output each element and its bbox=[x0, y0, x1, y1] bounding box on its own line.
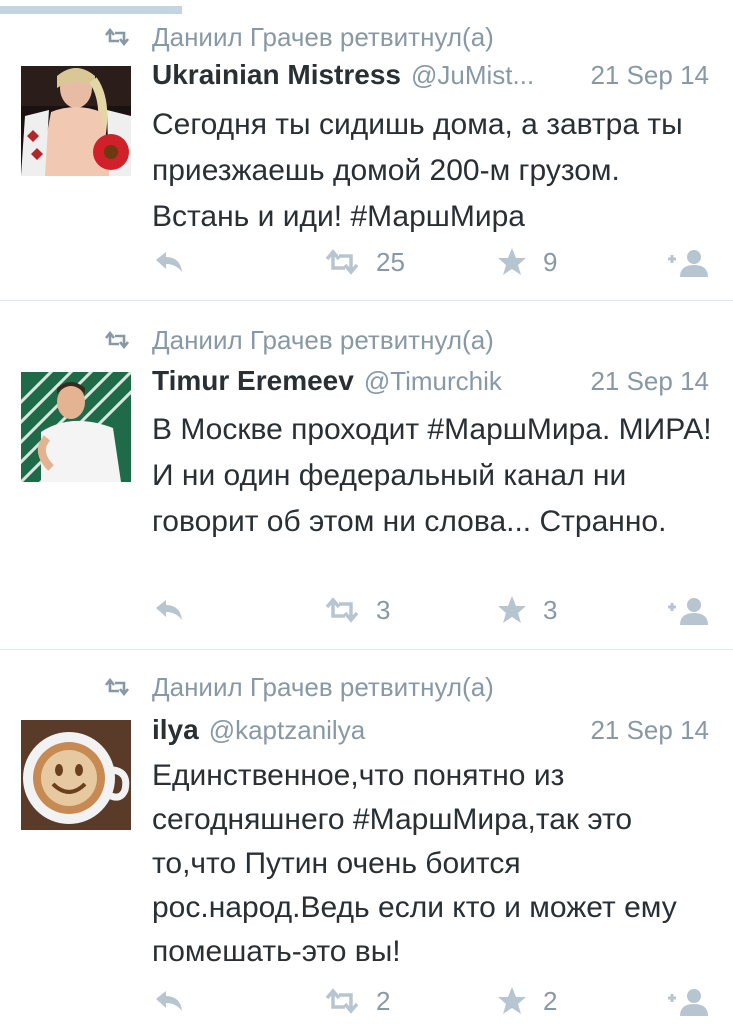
top-bar bbox=[0, 0, 733, 18]
follow-button[interactable] bbox=[666, 245, 710, 279]
favorite-count: 3 bbox=[543, 594, 558, 625]
author-name[interactable]: ilya bbox=[152, 714, 199, 746]
favorite-button[interactable]: 3 bbox=[497, 593, 557, 627]
retweet-count: 2 bbox=[376, 985, 391, 1016]
reply-button[interactable] bbox=[154, 593, 184, 627]
avatar[interactable] bbox=[21, 66, 131, 176]
tweet-date: 21 Sep 14 bbox=[590, 60, 709, 90]
latte-smiley-face-avatar bbox=[21, 720, 131, 830]
star-icon bbox=[498, 248, 526, 275]
tweet-header: Timur Eremeev @Timurchik 21 Sep 14 bbox=[152, 365, 709, 405]
retweet-button[interactable]: 2 bbox=[324, 984, 390, 1018]
avatar[interactable] bbox=[21, 720, 131, 830]
author-name[interactable]: Timur Eremeev bbox=[152, 365, 354, 397]
tweet-text: Единственное,что понятно из сегодняшнего… bbox=[152, 759, 677, 968]
retweet-icon bbox=[325, 988, 359, 1014]
star-icon bbox=[498, 596, 526, 623]
retweet-button[interactable]: 3 bbox=[324, 593, 390, 627]
follow-button[interactable] bbox=[666, 984, 710, 1018]
retweet-context: Даниил Грачев ретвитнул(а) bbox=[104, 19, 494, 55]
tweet-card[interactable]: Даниил Грачев ретвитнул(а) Timur Eremeev… bbox=[0, 301, 733, 650]
favorite-button[interactable]: 2 bbox=[497, 984, 557, 1018]
follow-button[interactable] bbox=[666, 593, 710, 627]
retweet-icon bbox=[104, 678, 130, 696]
man-in-white-tshirt-avatar bbox=[21, 372, 131, 482]
tweet-actions: 25 9 bbox=[0, 245, 733, 279]
retweet-count: 25 bbox=[376, 246, 405, 277]
tweet-date: 21 Sep 14 bbox=[590, 715, 709, 745]
tweet-card[interactable]: Даниил Грачев ретвитнул(а) ilya @kaptzan… bbox=[0, 650, 733, 1024]
retweet-button[interactable]: 25 bbox=[324, 245, 405, 279]
reply-icon bbox=[156, 252, 182, 272]
tweet-actions: 3 3 bbox=[0, 593, 733, 627]
retweeted-by-label: Даниил Грачев ретвитнул(а) bbox=[152, 21, 494, 52]
reply-button[interactable] bbox=[154, 245, 184, 279]
reply-icon bbox=[156, 600, 182, 620]
retweet-count: 3 bbox=[376, 594, 391, 625]
reply-icon bbox=[156, 991, 182, 1011]
tweet-header: ilya @kaptzanilya 21 Sep 14 bbox=[152, 714, 709, 754]
retweet-icon bbox=[325, 597, 359, 623]
reply-button[interactable] bbox=[154, 984, 184, 1018]
author-handle[interactable]: @kaptzanilya bbox=[209, 715, 577, 746]
follow-user-icon bbox=[668, 989, 708, 1016]
tweet-text: В Москве проходит #МаршМира. МИРА! И ни … bbox=[152, 413, 712, 538]
follow-user-icon bbox=[668, 598, 708, 625]
retweeted-by-label: Даниил Грачев ретвитнул(а) bbox=[152, 324, 494, 355]
retweet-icon bbox=[325, 249, 359, 275]
follow-user-icon bbox=[668, 250, 708, 277]
tweet-header: Ukrainian Mistress @JuMist... 21 Sep 14 bbox=[152, 59, 709, 99]
tweet-date: 21 Sep 14 bbox=[590, 366, 709, 396]
favorite-count: 9 bbox=[543, 246, 558, 277]
star-icon bbox=[498, 987, 526, 1014]
woman-with-red-flower-avatar bbox=[21, 66, 131, 176]
author-handle[interactable]: @JuMist... bbox=[411, 60, 576, 91]
tweet-card[interactable]: Даниил Грачев ретвитнул(а) Ukrainian Mis… bbox=[0, 17, 733, 301]
retweet-context: Даниил Грачев ретвитнул(а) bbox=[104, 322, 494, 358]
avatar[interactable] bbox=[21, 372, 131, 482]
retweet-icon bbox=[104, 28, 130, 46]
author-name[interactable]: Ukrainian Mistress bbox=[152, 59, 401, 91]
tweet-actions: 2 2 bbox=[0, 984, 733, 1018]
retweet-context: Даниил Грачев ретвитнул(а) bbox=[104, 669, 494, 705]
favorite-count: 2 bbox=[543, 985, 558, 1016]
retweeted-by-label: Даниил Грачев ретвитнул(а) bbox=[152, 671, 494, 702]
author-handle[interactable]: @Timurchik bbox=[364, 366, 577, 397]
loading-indicator bbox=[0, 6, 182, 14]
favorite-button[interactable]: 9 bbox=[497, 245, 557, 279]
retweet-icon bbox=[104, 331, 130, 349]
tweet-text: Сегодня ты сидишь дома, а завтра ты прие… bbox=[152, 108, 683, 233]
